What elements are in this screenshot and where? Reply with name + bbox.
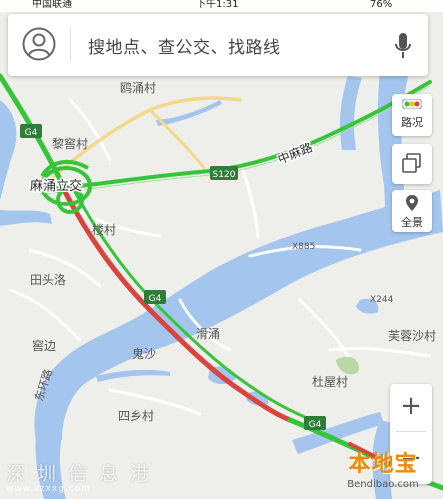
place-ouyongcun[interactable]: 鸥涌村 bbox=[120, 80, 156, 95]
road-code-x885: X885 bbox=[292, 242, 315, 252]
place-loucun[interactable]: 楼村 bbox=[92, 222, 116, 237]
search-input[interactable]: 搜地点、查公交、找路线 bbox=[88, 33, 281, 58]
g4-shield-bottom: G4 bbox=[304, 416, 326, 430]
status-bar: 中国联通 下午1:31 76% bbox=[0, 0, 443, 12]
place-tiantouluo[interactable]: 田头洛 bbox=[30, 272, 66, 287]
watermark-right-url: Bendibao.com bbox=[347, 479, 419, 490]
user-avatar-icon[interactable] bbox=[22, 27, 56, 61]
map-app: G4 G4 G4 S120 X885 X244 鸥涌村 黎窖村 麻涌立交 楼村 … bbox=[0, 0, 443, 499]
location-pin-icon bbox=[406, 195, 418, 211]
watermark-right-text: 本地宝 bbox=[348, 452, 418, 477]
zoom-separator bbox=[396, 431, 426, 432]
g4-shield-mid: G4 bbox=[144, 290, 166, 304]
battery-percent: 76% bbox=[370, 0, 393, 10]
traffic-label: 路况 bbox=[401, 116, 423, 129]
place-guisha[interactable]: 鬼沙 bbox=[132, 346, 156, 361]
g4-shield-top: G4 bbox=[20, 124, 42, 138]
search-bar[interactable]: 搜地点、查公交、找路线 bbox=[8, 14, 428, 76]
watermark-left-text: 深圳信息港 bbox=[6, 463, 162, 485]
layers-icon bbox=[402, 153, 421, 173]
place-limuicun[interactable]: 黎窖村 bbox=[52, 136, 88, 151]
shield-label: S120 bbox=[213, 170, 236, 180]
shield-label: G4 bbox=[309, 420, 322, 430]
place-kuobian[interactable]: 窖边 bbox=[32, 338, 56, 353]
carrier-name: 中国联通 bbox=[32, 0, 72, 10]
shield-label: G4 bbox=[25, 128, 38, 138]
layers-button[interactable] bbox=[392, 144, 432, 184]
place-machonglijiao[interactable]: 麻涌立交 bbox=[29, 177, 84, 196]
shield-label: G4 bbox=[149, 294, 162, 304]
place-duwucun[interactable]: 杜屋村 bbox=[312, 374, 348, 389]
watermark-right: 本地宝 Bendibao.com bbox=[326, 446, 440, 490]
clock: 下午1:31 bbox=[196, 0, 239, 10]
traffic-light-icon bbox=[402, 99, 422, 109]
road-code-x244: X244 bbox=[370, 295, 394, 305]
watermark-left: 深圳信息港 www.szxxg.com bbox=[6, 459, 161, 494]
traffic-button[interactable]: 路况 bbox=[392, 94, 432, 136]
panorama-button[interactable]: 全景 bbox=[392, 190, 432, 232]
panorama-label: 全景 bbox=[401, 216, 423, 229]
search-divider bbox=[70, 28, 71, 62]
s120-shield: S120 bbox=[210, 166, 238, 180]
place-furongshacun[interactable]: 芙蓉沙村 bbox=[388, 329, 436, 343]
zoom-in-button[interactable]: + bbox=[390, 386, 432, 426]
microphone-icon[interactable] bbox=[394, 32, 412, 60]
place-sixiangcun[interactable]: 四乡村 bbox=[118, 409, 154, 423]
place-huachong[interactable]: 滑涌 bbox=[196, 327, 220, 341]
